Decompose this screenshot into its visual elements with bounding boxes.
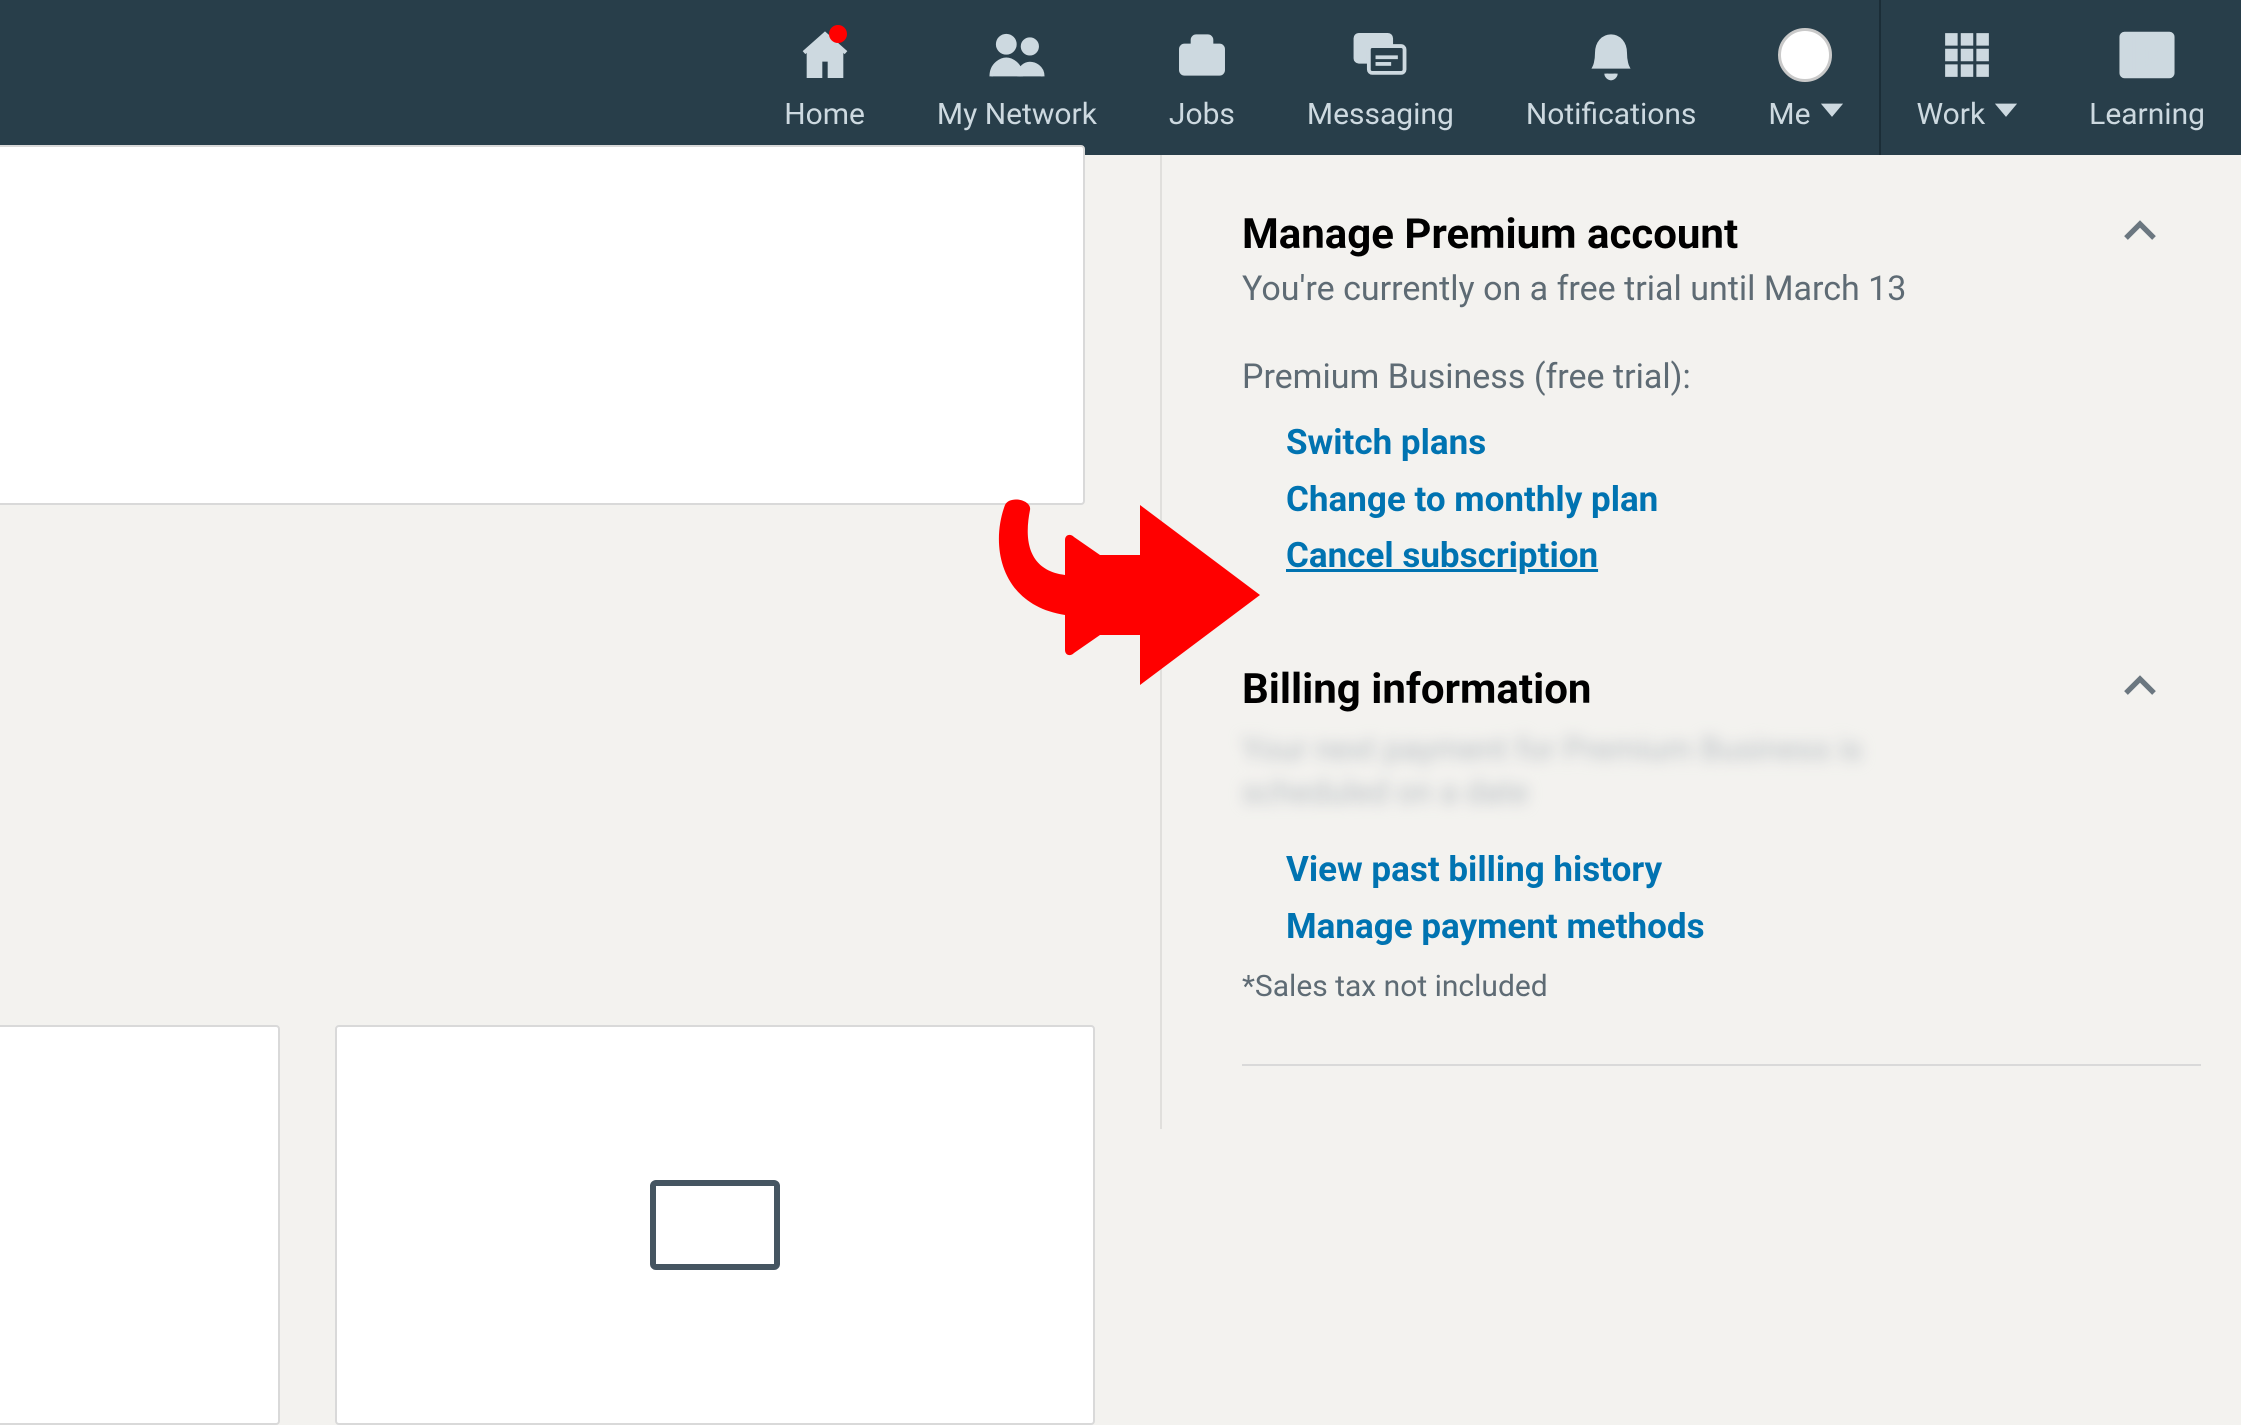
premium-plan-label: Premium Business (free trial): [1242, 357, 2201, 397]
premium-subtitle: You're currently on a free trial until M… [1242, 269, 2201, 309]
nav-item-me[interactable]: Me [1732, 0, 1878, 155]
nav-item-messaging[interactable]: Messaging [1271, 0, 1490, 155]
chevron-up-icon [2119, 665, 2161, 707]
device-icon [650, 1180, 780, 1270]
manage-payment-methods-link[interactable]: Manage payment methods [1286, 899, 2201, 956]
view-billing-history-link[interactable]: View past billing history [1286, 842, 2201, 899]
billing-tax-note: *Sales tax not included [1242, 969, 2201, 1004]
annotation-arrow [970, 485, 1270, 709]
notifications-icon [1583, 23, 1639, 87]
nav-label-home: Home [784, 97, 865, 132]
left-card-top [0, 145, 1085, 505]
home-icon [797, 23, 853, 87]
nav-item-network[interactable]: My Network [901, 0, 1133, 155]
chevron-up-icon [2119, 210, 2161, 252]
learning-icon [2117, 23, 2177, 87]
nav-item-jobs[interactable]: Jobs [1133, 0, 1271, 155]
collapse-toggle-premium[interactable] [2119, 210, 2161, 256]
content-area: Manage Premium account You're currently … [0, 155, 2241, 1129]
nav-item-notifications[interactable]: Notifications [1490, 0, 1733, 155]
nav-item-home[interactable]: Home [748, 0, 901, 155]
top-nav: Home My Network Jobs [0, 0, 2241, 155]
section-billing: Billing information Your next payment fo… [1242, 655, 2201, 1066]
right-panel: Manage Premium account You're currently … [1160, 155, 2241, 1129]
billing-title: Billing information [1242, 665, 2201, 714]
nav-group-primary: Home My Network Jobs [748, 0, 1878, 155]
nav-item-work[interactable]: Work [1881, 0, 2054, 155]
notification-badge-dot [829, 25, 847, 43]
nav-label-jobs: Jobs [1169, 97, 1235, 132]
section-manage-premium: Manage Premium account You're currently … [1242, 155, 2201, 585]
nav-label-me: Me [1768, 97, 1810, 132]
billing-separator [1242, 1064, 2201, 1066]
nav-label-messaging: Messaging [1307, 97, 1454, 132]
billing-link-list: View past billing history Manage payment… [1242, 842, 2201, 955]
nav-label-network: My Network [937, 97, 1097, 132]
nav-label-notifications: Notifications [1526, 97, 1697, 132]
premium-link-list: Switch plans Change to monthly plan Canc… [1242, 415, 2201, 585]
caret-down-icon [1821, 99, 1843, 121]
collapse-toggle-billing[interactable] [2119, 665, 2161, 711]
network-icon [987, 23, 1047, 87]
nav-item-learning[interactable]: Learning [2053, 0, 2241, 155]
billing-redacted-text: Your next payment for Premium Business i… [1242, 728, 2012, 812]
cancel-subscription-link[interactable]: Cancel subscription [1286, 528, 2201, 585]
nav-group-secondary: Work Learning [1881, 0, 2241, 155]
caret-down-icon [1995, 99, 2017, 121]
nav-label-work: Work [1917, 97, 1986, 132]
messaging-icon [1351, 23, 1409, 87]
jobs-icon [1174, 23, 1230, 87]
left-card-bottom-2 [335, 1025, 1095, 1425]
nav-label-learning: Learning [2089, 97, 2205, 132]
left-card-bottom-1 [0, 1025, 280, 1425]
work-apps-icon [1942, 23, 1992, 87]
switch-plans-link[interactable]: Switch plans [1286, 415, 2201, 472]
premium-title: Manage Premium account [1242, 210, 2201, 259]
avatar [1778, 23, 1832, 87]
change-monthly-link[interactable]: Change to monthly plan [1286, 472, 2201, 529]
